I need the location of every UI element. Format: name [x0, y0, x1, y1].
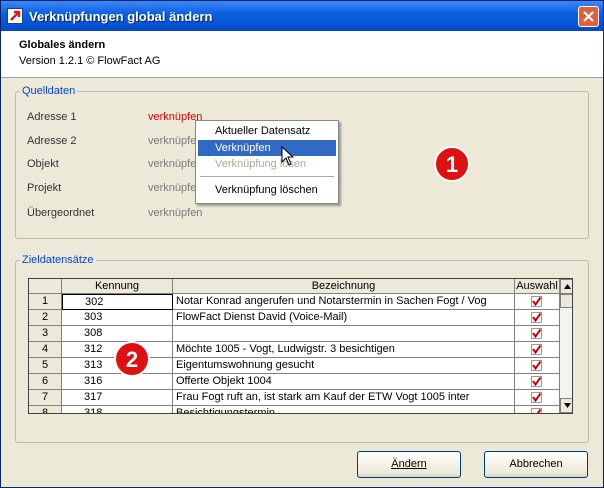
aendern-button[interactable]: Ändern	[357, 451, 461, 478]
checkmark-icon	[531, 392, 542, 403]
cell-auswahl[interactable]	[515, 342, 560, 358]
arrow-down-icon	[564, 403, 571, 408]
abbrechen-button[interactable]: Abbrechen	[484, 451, 588, 478]
column-header-bezeichnung[interactable]: Bezeichnung	[173, 279, 515, 294]
menu-item-verknuepfung-loesen: Verknüpfung lösen	[215, 158, 307, 170]
checkmark-icon	[531, 360, 542, 371]
cell-bezeichnung[interactable]: FlowFact Dienst David (Voice-Mail)	[173, 310, 515, 326]
row-number[interactable]: 3	[29, 326, 62, 342]
header-version: Version 1.2.1 © FlowFact AG	[19, 55, 161, 67]
context-menu: Aktueller Datensatz Verknüpfen Verknüpfu…	[195, 120, 339, 204]
source-label-objekt: Objekt	[27, 158, 59, 170]
close-icon	[583, 11, 594, 22]
row-number[interactable]: 5	[29, 358, 62, 374]
header-title: Globales ändern	[19, 39, 106, 51]
row-number[interactable]: 4	[29, 342, 62, 358]
cell-auswahl[interactable]	[515, 326, 560, 342]
cell-kennung[interactable]: 318	[62, 406, 173, 413]
source-legend: Quelldaten	[22, 85, 76, 97]
row-number[interactable]: 7	[29, 390, 62, 406]
callout-badge-2: 2	[114, 341, 150, 377]
cell-kennung[interactable]: 308	[62, 326, 173, 342]
target-legend: Zieldatensätze	[22, 254, 94, 266]
app-icon	[7, 8, 23, 24]
source-label-projekt: Projekt	[27, 182, 62, 194]
row-number[interactable]: 8	[29, 406, 62, 413]
menu-separator	[200, 176, 334, 177]
cell-auswahl[interactable]	[515, 310, 560, 326]
scroll-down-button[interactable]	[560, 398, 572, 413]
row-number[interactable]: 2	[29, 310, 62, 326]
cell-bezeichnung[interactable]: Offerte Objekt 1004	[173, 374, 515, 390]
cell-bezeichnung[interactable]: Frau Fogt ruft an, ist stark am Kauf der…	[173, 390, 515, 406]
cell-kennung[interactable]: 316	[62, 374, 173, 390]
cell-bezeichnung[interactable]: Möchte 1005 - Vogt, Ludwigstr. 3 besicht…	[173, 342, 515, 358]
cell-auswahl[interactable]	[515, 294, 560, 310]
cell-kennung[interactable]: 317	[62, 390, 173, 406]
scroll-thumb[interactable]	[560, 294, 572, 308]
row-number[interactable]: 1	[29, 294, 62, 310]
source-label-adresse1: Adresse 1	[27, 111, 77, 123]
callout-badge-1: 1	[434, 146, 470, 182]
dialog-window: Verknüpfungen global ändern Globales änd…	[0, 0, 604, 488]
cell-auswahl[interactable]	[515, 374, 560, 390]
checkmark-icon	[531, 312, 542, 323]
column-header-kennung[interactable]: Kennung	[62, 279, 173, 294]
cell-bezeichnung[interactable]	[173, 326, 515, 342]
row-number[interactable]: 6	[29, 374, 62, 390]
window-title: Verknüpfungen global ändern	[29, 9, 213, 24]
close-button[interactable]	[578, 6, 599, 27]
cell-bezeichnung[interactable]: Eigentumswohnung gesucht	[173, 358, 515, 374]
arrow-up-icon	[564, 284, 571, 289]
cell-kennung[interactable]: 303	[62, 310, 173, 326]
source-label-uebergeordnet: Übergeordnet	[27, 207, 95, 219]
menu-item-verknuepfung-loeschen[interactable]: Verknüpfung löschen	[198, 182, 336, 198]
checkmark-icon	[531, 376, 542, 387]
grid-corner-header	[29, 279, 62, 294]
checkmark-icon	[531, 328, 542, 339]
vertical-scrollbar[interactable]	[559, 279, 572, 413]
cell-auswahl[interactable]	[515, 406, 560, 413]
checkmark-icon	[531, 296, 542, 307]
cell-kennung[interactable]: 302	[62, 294, 173, 310]
cell-bezeichnung[interactable]: Besichtigungstermin	[173, 406, 515, 413]
header-panel: Globales ändern Version 1.2.1 © FlowFact…	[1, 31, 603, 78]
column-header-auswahl[interactable]: Auswahl	[515, 279, 560, 294]
cell-auswahl[interactable]	[515, 390, 560, 406]
menu-item-aktueller-datensatz[interactable]: Aktueller Datensatz	[198, 123, 336, 139]
cell-auswahl[interactable]	[515, 358, 560, 374]
mouse-cursor-icon	[281, 146, 295, 166]
aendern-button-label: Ändern	[391, 458, 427, 470]
target-grid: Kennung Bezeichnung Auswahl 1 302 Notar Ko…	[28, 278, 573, 414]
scroll-up-button[interactable]	[560, 279, 572, 294]
title-bar[interactable]: Verknüpfungen global ändern	[1, 1, 603, 31]
cell-bezeichnung[interactable]: Notar Konrad angerufen und Notarstermin …	[173, 294, 515, 310]
checkmark-icon	[531, 344, 542, 355]
source-link-uebergeordnet[interactable]: verknüpfen	[148, 207, 202, 219]
source-label-adresse2: Adresse 2	[27, 135, 77, 147]
checkmark-icon	[531, 408, 542, 413]
menu-item-verknuepfen[interactable]: Verknüpfen	[198, 140, 336, 156]
